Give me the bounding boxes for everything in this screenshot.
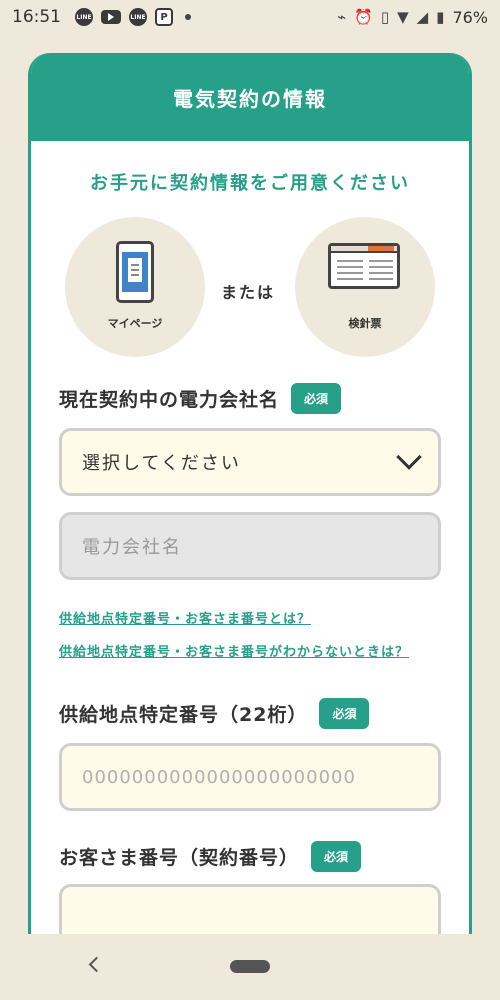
supply-point-field-label: 供給地点特定番号（22桁） 必須 [59, 698, 441, 729]
status-time: 16:51 [12, 7, 61, 27]
required-badge: 必須 [311, 841, 362, 872]
customer-number-field-label: お客さま番号（契約番号） 必須 [59, 841, 441, 872]
supply-point-input[interactable]: 0000000000000000000000 [59, 743, 441, 811]
supply-point-placeholder: 0000000000000000000000 [82, 766, 356, 788]
meter-slip-option: 検針票 [295, 217, 435, 357]
meter-slip-icon [328, 243, 400, 289]
battery-icon: ▮ [436, 8, 445, 26]
what-is-number-link[interactable]: 供給地点特定番号・お客さま番号とは？ [59, 608, 441, 631]
vibrate-icon: ▯ [380, 8, 390, 26]
company-select-value: 選択してください [82, 453, 241, 474]
company-name-placeholder: 電力会社名 [82, 537, 182, 558]
required-badge: 必須 [319, 698, 370, 729]
company-field-label: 現在契約中の電力会社名 必須 [59, 383, 441, 414]
alarm-icon: ⏰ [354, 8, 373, 26]
company-select[interactable]: 選択してください [59, 428, 441, 496]
unknown-number-link[interactable]: 供給地点特定番号・お客さま番号がわからないときは？ [59, 641, 441, 664]
more-notifications-dot [185, 14, 191, 20]
mypage-label: マイページ [107, 317, 163, 330]
prepare-info-text: お手元に契約情報をご用意ください [90, 173, 410, 194]
wifi-icon: ▼ [397, 8, 409, 26]
line-app-icon-2: LINE [129, 8, 147, 26]
meter-slip-label: 検針票 [348, 317, 382, 330]
contract-info-card: 電気契約の情報 お手元に契約情報をご用意ください マイページ または 検針票 現… [28, 53, 472, 953]
back-icon[interactable] [88, 956, 105, 973]
chevron-down-icon [396, 444, 422, 470]
parking-app-icon: P [155, 8, 173, 26]
company-label-text: 現在契約中の電力会社名 [59, 389, 280, 411]
system-nav-bar [0, 934, 500, 1000]
mypage-option: マイページ [65, 217, 205, 357]
signal-icon: ◢ [416, 8, 429, 26]
youtube-app-icon [101, 10, 121, 24]
company-name-input[interactable]: 電力会社名 [59, 512, 441, 580]
card-title: 電気契約の情報 [31, 53, 469, 141]
info-source-options: マイページ または 検針票 [31, 217, 469, 367]
home-pill-icon[interactable] [230, 960, 270, 973]
battery-percent: 76% [452, 7, 488, 27]
notification-icons: LINE LINE P [75, 8, 191, 26]
supply-point-label-text: 供給地点特定番号（22桁） [59, 704, 308, 726]
or-text: または [221, 283, 276, 302]
status-indicators: ⌁ ⏰ ▯ ▼ ◢ ▮ 76% [337, 8, 488, 27]
nfc-icon: ⌁ [337, 8, 347, 26]
required-badge: 必須 [291, 383, 342, 414]
line-app-icon: LINE [75, 8, 93, 26]
status-bar: 16:51 LINE LINE P ⌁ ⏰ ▯ ▼ ◢ ▮ 76% [0, 0, 500, 34]
smartphone-icon [116, 241, 154, 303]
customer-number-label-text: お客さま番号（契約番号） [59, 847, 300, 869]
